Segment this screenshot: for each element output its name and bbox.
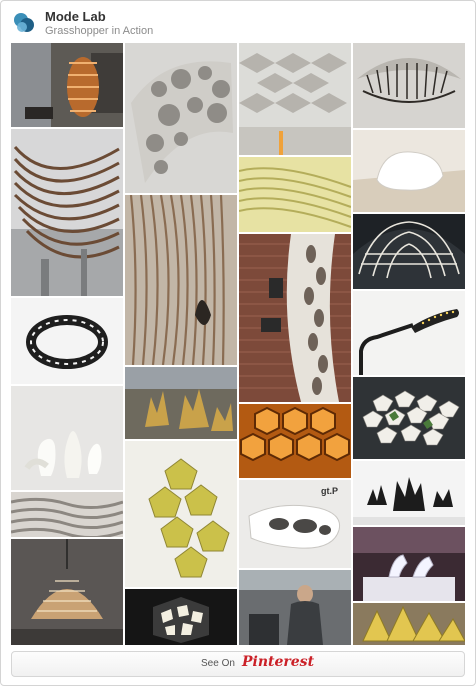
pinterest-board-widget: Mode Lab Grasshopper in Action gt.P See … [0, 0, 476, 686]
pin-image-pendant-lamp[interactable] [353, 291, 465, 375]
pin-image-yellow-star-tower[interactable] [353, 130, 465, 212]
pin-image-white-shelving-gtp[interactable] [353, 214, 465, 289]
board-header[interactable]: Mode Lab Grasshopper in Action [1, 1, 475, 43]
pin-image-led-desk-lamp[interactable] [239, 43, 351, 155]
pin-image-arched-lattice-pavilion[interactable] [125, 589, 237, 645]
pin-image-radial-fin-canopy[interactable] [11, 386, 123, 490]
pin-image-ribbon-lamp-room[interactable] [11, 43, 123, 127]
pin-image-hexagon-orange-wall[interactable] [239, 570, 351, 645]
board-owner-name[interactable]: Mode Lab [45, 9, 106, 24]
see-on-label: See On [201, 658, 235, 669]
pinterest-logo: Pinterest [242, 654, 315, 670]
pin-image-gold-origami-pieces[interactable] [353, 603, 465, 645]
pin-image-perforated-cut-panel[interactable] [11, 129, 123, 296]
pin-image-perforated-column[interactable] [125, 441, 237, 587]
pin-image-voronoi-ring[interactable] [125, 367, 237, 439]
pin-image-tessellated-tiles[interactable] [239, 404, 351, 478]
pin-image-gold-coral-pieces[interactable] [239, 234, 351, 402]
pin-image-spiky-black-objects[interactable] [353, 43, 465, 128]
pin-image-illuminated-cube[interactable] [353, 377, 465, 459]
pin-image-workshop-worker[interactable] [353, 461, 465, 525]
pin-image-white-bench-sculpture[interactable] [125, 195, 237, 365]
pin-image-green-wave-panels[interactable] [125, 43, 237, 193]
pin-image-folded-ceiling-installation[interactable] [11, 298, 123, 384]
gtp-label: gt.P [321, 486, 338, 496]
pin-image-layered-ceiling[interactable]: gt.P [239, 480, 351, 568]
pin-image-ceramic-vases[interactable] [239, 157, 351, 232]
pin-grid: gt.P [11, 43, 465, 645]
pin-image-waffle-grid-pavilion[interactable] [11, 492, 123, 537]
board-name[interactable]: Grasshopper in Action [45, 25, 153, 37]
pin-image-layered-contour-wall[interactable] [11, 539, 123, 645]
mode-lab-logo-icon[interactable] [11, 10, 37, 36]
see-on-pinterest-button[interactable]: See On Pinterest [11, 651, 465, 677]
pin-image-glass-shoe-display[interactable] [353, 527, 465, 601]
